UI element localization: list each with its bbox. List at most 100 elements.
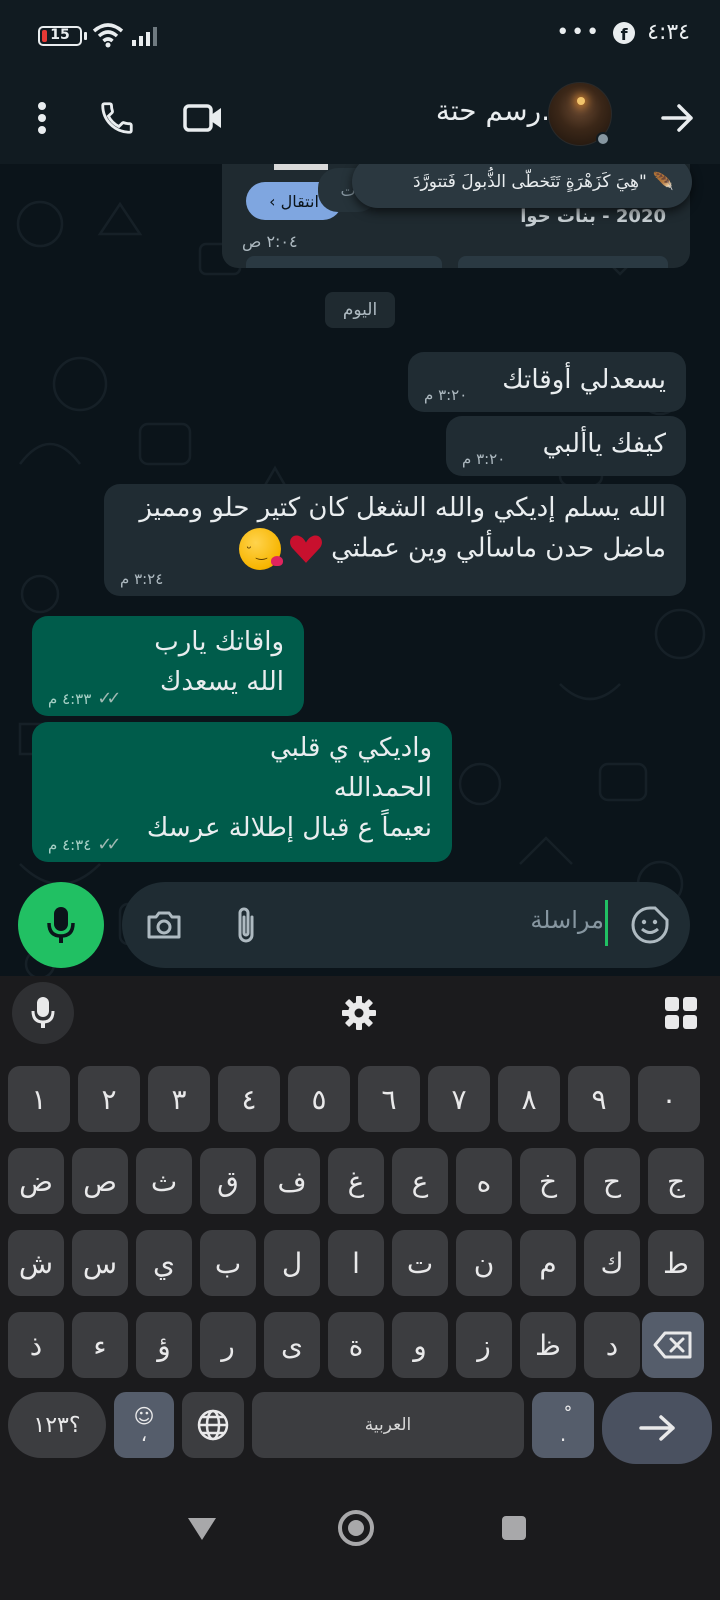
key-row1-5[interactable]: غ [328, 1148, 384, 1214]
video-icon[interactable] [180, 72, 226, 164]
keyboard-toolbar [0, 976, 720, 1058]
message-meta: ✓✓ ٤:٣٣ م [48, 690, 122, 709]
period-key[interactable]: ْ . [532, 1392, 594, 1458]
key-row2-8[interactable]: م [520, 1230, 576, 1296]
card-subtitle: 2020 - بنات حوا [520, 206, 666, 227]
key-row3-6[interactable]: و [392, 1312, 448, 1378]
key-row3-4[interactable]: ى [264, 1312, 320, 1378]
key-row3-8[interactable]: ظ [520, 1312, 576, 1378]
quill-icon: 🪶 [652, 172, 674, 192]
signal-icon [132, 27, 157, 46]
chat-area[interactable]: انتقال › 2020 - بنات حوا ٢:٠٤ ص ت 🪶 "هِي… [0, 164, 720, 976]
apps-grid-icon[interactable] [656, 988, 706, 1038]
message-composer[interactable]: مراسلة [122, 882, 690, 968]
contact-name[interactable]: .رسم حتة [436, 94, 550, 127]
keyboard-mic-button[interactable] [12, 982, 74, 1044]
enter-arrow-icon [639, 1415, 675, 1441]
card-time: ٢:٠٤ ص [242, 232, 298, 251]
message-time: ٣:٢٠ م [462, 450, 506, 468]
key-row-numbers-8[interactable]: ٩ [568, 1066, 630, 1132]
message-bubble-incoming[interactable]: كيفك ياألبي ٣:٢٠ م [446, 416, 686, 476]
kiss-emoji-icon [238, 528, 283, 574]
key-row3-0[interactable]: ذ [8, 1312, 64, 1378]
period-label: . [559, 1422, 567, 1446]
globe-icon[interactable] [182, 1392, 244, 1458]
voice-record-button[interactable] [18, 882, 104, 968]
key-row1-2[interactable]: ث [136, 1148, 192, 1214]
nav-home-icon[interactable] [338, 1510, 374, 1546]
system-nav-bar [0, 1480, 720, 1600]
mic-icon [31, 997, 55, 1028]
card-action-right [458, 256, 668, 268]
more-vert-icon[interactable] [22, 72, 62, 164]
nav-back-icon[interactable] [186, 1514, 218, 1542]
key-row3-7[interactable]: ز [456, 1312, 512, 1378]
symbols-key[interactable]: ؟١٢٣ [8, 1392, 106, 1458]
phone-icon[interactable] [92, 72, 142, 164]
key-row2-2[interactable]: ي [136, 1230, 192, 1296]
enter-key[interactable] [602, 1392, 712, 1464]
key-row1-1[interactable]: ص [72, 1148, 128, 1214]
comma-label: ، [140, 1422, 148, 1446]
status-quote-tooltip[interactable]: 🪶 "هِيَ كَزَهْرَةٍ تَتَخطّى الذُّبولَ فَ… [352, 164, 692, 208]
key-row1-7[interactable]: ه [456, 1148, 512, 1214]
key-row2-0[interactable]: ش [8, 1230, 64, 1296]
keyboard: ١٢٣٤٥٦٧٨٩٠ ضصثقفغعهخحج شسيبلاتنمكط ذءؤرىةوز… [0, 976, 720, 1480]
arrow-forward-icon[interactable] [656, 72, 700, 164]
key-row1-9[interactable]: ح [584, 1148, 640, 1214]
key-row-numbers-7[interactable]: ٨ [498, 1066, 560, 1132]
status-time: ٤:٣٤ [647, 20, 690, 45]
key-row3-9[interactable]: د [584, 1312, 640, 1378]
message-input[interactable]: مراسلة [530, 906, 604, 934]
settings-gear-icon[interactable] [334, 988, 384, 1038]
space-key[interactable]: العربية [252, 1392, 524, 1458]
key-row2-7[interactable]: ن [456, 1230, 512, 1296]
key-row-numbers-5[interactable]: ٦ [358, 1066, 420, 1132]
sticker-icon[interactable] [628, 882, 672, 968]
emoji-key[interactable]: ☺ ، [114, 1392, 174, 1458]
message-text: الله يسلم إديكي والله الشغل كان كتير حلو… [139, 493, 666, 523]
key-row1-3[interactable]: ق [200, 1148, 256, 1214]
facebook-icon: f [613, 21, 636, 44]
key-row-numbers-2[interactable]: ٣ [148, 1066, 210, 1132]
key-row2-6[interactable]: ت [392, 1230, 448, 1296]
nav-recents-icon[interactable] [502, 1516, 526, 1540]
message-time: ٣:٢٠ م [424, 386, 468, 404]
attach-icon[interactable] [226, 882, 266, 968]
key-row2-1[interactable]: س [72, 1230, 128, 1296]
key-row1-6[interactable]: ع [392, 1148, 448, 1214]
key-row-numbers-0[interactable]: ١ [8, 1066, 70, 1132]
key-row-numbers-6[interactable]: ٧ [428, 1066, 490, 1132]
message-bubble-incoming[interactable]: الله يسلم إديكي والله الشغل كان كتير حلو… [104, 484, 686, 596]
key-row3-1[interactable]: ء [72, 1312, 128, 1378]
message-bubble-outgoing[interactable]: واديكي ي قلبي الحمدالله نعيماً ع قبال إط… [32, 722, 452, 862]
key-row2-5[interactable]: ا [328, 1230, 384, 1296]
message-time: ٤:٣٣ م [48, 690, 92, 708]
key-row-numbers-3[interactable]: ٤ [218, 1066, 280, 1132]
battery-icon: 15 [38, 26, 87, 46]
key-row2-9[interactable]: ك [584, 1230, 640, 1296]
key-row-numbers-4[interactable]: ٥ [288, 1066, 350, 1132]
message-bubble-incoming[interactable]: يسعدلي أوقاتك ٣:٢٠ م [408, 352, 686, 412]
key-row-numbers-1[interactable]: ٢ [78, 1066, 140, 1132]
card-action-left [246, 256, 442, 268]
message-bubble-outgoing[interactable]: واقاتك يارب الله يسعدك ✓✓ ٤:٣٣ م [32, 616, 304, 716]
key-row1-0[interactable]: ض [8, 1148, 64, 1214]
text-caret [605, 900, 608, 946]
key-row1-4[interactable]: ف [264, 1148, 320, 1214]
avatar-status-dot [596, 132, 610, 146]
read-receipt-icon: ✓✓ [97, 834, 121, 855]
key-row3-2[interactable]: ؤ [136, 1312, 192, 1378]
key-row3-3[interactable]: ر [200, 1312, 256, 1378]
key-row3-5[interactable]: ة [328, 1312, 384, 1378]
key-row2-10[interactable]: ط [648, 1230, 704, 1296]
key-row-numbers-9[interactable]: ٠ [638, 1066, 700, 1132]
camera-icon[interactable] [142, 882, 186, 968]
key-row1-8[interactable]: خ [520, 1148, 576, 1214]
backspace-icon[interactable] [642, 1312, 704, 1378]
message-time: ٣:٢٤ م [120, 570, 164, 588]
key-row2-3[interactable]: ب [200, 1230, 256, 1296]
card-thumbnail [274, 164, 328, 170]
key-row1-10[interactable]: ج [648, 1148, 704, 1214]
key-row2-4[interactable]: ل [264, 1230, 320, 1296]
